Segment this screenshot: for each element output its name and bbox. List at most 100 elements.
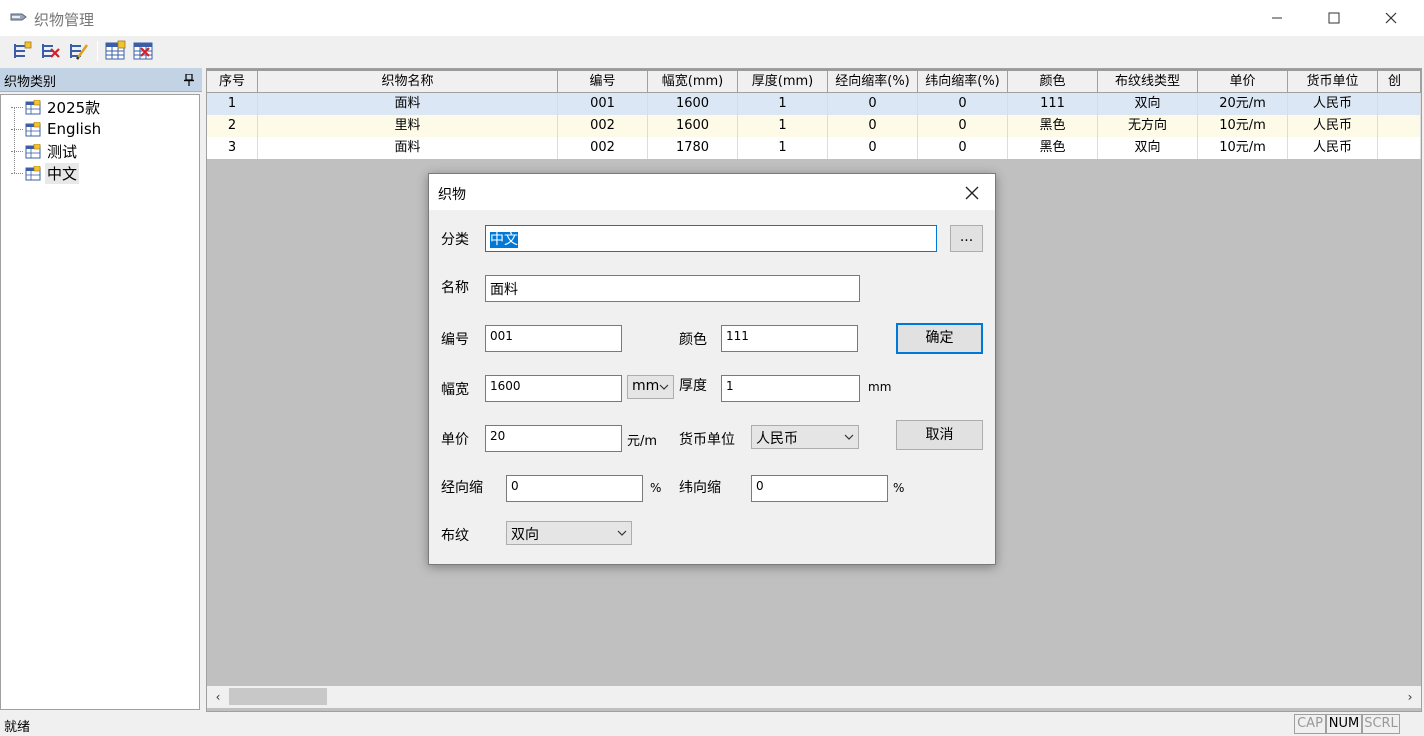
column-header[interactable]: 颜色 [1008, 71, 1098, 93]
add-item-button[interactable] [11, 40, 33, 62]
table-cell: 0 [918, 115, 1008, 137]
edit-item-button[interactable] [67, 40, 89, 62]
table-row[interactable]: 2 里料 002 1600 1 0 0 黑色 无方向 10元/m 人民币 [207, 115, 1421, 137]
pin-icon[interactable] [184, 74, 194, 86]
column-header[interactable]: 纬向缩率(%) [918, 71, 1008, 93]
warp-unit: % [650, 481, 662, 495]
table-cell: 双向 [1098, 137, 1198, 159]
table-cell: 002 [558, 115, 648, 137]
grain-value: 双向 [511, 527, 539, 543]
scroll-left-icon[interactable]: ‹ [211, 690, 225, 704]
category-icon [25, 121, 41, 136]
table-cell: 双向 [1098, 93, 1198, 115]
category-icon [25, 165, 41, 180]
close-icon [1385, 12, 1397, 24]
table-row[interactable]: 3 面料 002 1780 1 0 0 黑色 双向 10元/m 人民币 [207, 137, 1421, 159]
table-cell: 人民币 [1288, 93, 1378, 115]
horizontal-scrollbar[interactable]: ‹ › [207, 686, 1421, 708]
close-button[interactable] [1362, 0, 1420, 36]
table-cell: 1 [207, 93, 258, 115]
scroll-right-icon[interactable]: › [1403, 690, 1417, 704]
category-field[interactable]: 中文 [485, 225, 937, 252]
scroll-lock-indicator: SCRL [1362, 714, 1400, 734]
tree-item-label: 中文 [45, 162, 80, 184]
title-bar: 织物管理 [0, 0, 1424, 36]
tree-item-label: 测试 [47, 142, 78, 161]
table-cell: 111 [1008, 93, 1098, 115]
app-icon [10, 13, 27, 21]
table-cell [1378, 93, 1421, 115]
dialog-title: 织物 [438, 187, 466, 203]
currency-select[interactable]: 人民币 [751, 425, 859, 449]
column-header[interactable]: 幅宽(mm) [648, 71, 738, 93]
table-cell [1378, 115, 1421, 137]
table-cell: 1 [738, 115, 828, 137]
add-tree-icon [14, 41, 32, 58]
price-unit: 元/m [627, 434, 658, 449]
table-delete-button[interactable] [132, 40, 154, 62]
table-delete-icon [133, 42, 153, 60]
width-unit-select[interactable]: mm [627, 375, 674, 399]
table-cell: 3 [207, 137, 258, 159]
dialog-close-icon[interactable] [961, 182, 983, 204]
column-header[interactable]: 序号 [207, 71, 258, 93]
table-cell: 黑色 [1008, 137, 1098, 159]
scrollbar-thumb[interactable] [229, 688, 327, 705]
num-indicator: NUM [1326, 714, 1362, 734]
column-header[interactable]: 厚度(mm) [738, 71, 828, 93]
price-field[interactable]: 20 [485, 425, 622, 452]
column-header[interactable]: 创 [1378, 71, 1421, 93]
chevron-down-icon [659, 384, 669, 390]
thickness-unit: mm [868, 380, 892, 394]
chevron-down-icon [844, 434, 854, 440]
table-cell: 0 [828, 93, 918, 115]
column-header[interactable]: 织物名称 [258, 71, 558, 93]
column-header[interactable]: 经向缩率(%) [828, 71, 918, 93]
table-cell: 0 [828, 137, 918, 159]
name-field[interactable]: 面料 [485, 275, 860, 302]
weft-unit: % [893, 481, 905, 495]
tree-item-english[interactable]: English [11, 119, 103, 139]
column-header[interactable]: 布纹线类型 [1098, 71, 1198, 93]
category-tree[interactable]: 2025款 English 测试 中文 [0, 94, 200, 710]
table-cell: 0 [828, 115, 918, 137]
warp-label: 经向缩 [441, 480, 483, 496]
category-pane-title: 织物类别 [4, 75, 57, 90]
status-text: 就绪 [4, 720, 31, 735]
table-cell: 0 [918, 93, 1008, 115]
tree-item-2025[interactable]: 2025款 [11, 97, 102, 117]
column-header[interactable]: 编号 [558, 71, 648, 93]
name-label: 名称 [441, 280, 469, 296]
cancel-button[interactable]: 取消 [896, 420, 983, 450]
column-header[interactable]: 货币单位 [1288, 71, 1378, 93]
browse-category-button[interactable]: ... [950, 225, 983, 252]
edit-tree-icon [70, 44, 89, 60]
grain-select[interactable]: 双向 [506, 521, 632, 545]
width-label: 幅宽 [441, 382, 469, 398]
delete-item-button[interactable] [39, 40, 61, 62]
weft-field[interactable]: 0 [751, 475, 888, 502]
caps-indicator: CAP [1294, 714, 1326, 734]
color-label: 颜色 [679, 332, 707, 348]
table-add-button[interactable] [104, 40, 126, 62]
code-label: 编号 [441, 332, 469, 348]
thickness-field[interactable]: 1 [721, 375, 860, 402]
maximize-button[interactable] [1305, 0, 1363, 36]
table-row[interactable]: 1 面料 001 1600 1 0 0 111 双向 20元/m 人民币 [207, 93, 1421, 115]
color-field[interactable]: 111 [721, 325, 858, 352]
table-cell: 1 [738, 137, 828, 159]
table-cell: 无方向 [1098, 115, 1198, 137]
thickness-label: 厚度 [679, 378, 707, 394]
ok-button[interactable]: 确定 [896, 323, 983, 354]
minimize-button[interactable] [1248, 0, 1306, 36]
tree-item-test[interactable]: 测试 [11, 141, 79, 161]
status-bar: 就绪 CAP NUM SCRL [0, 712, 1424, 736]
table-add-icon [105, 40, 126, 60]
warp-field[interactable]: 0 [506, 475, 643, 502]
table-cell [1378, 137, 1421, 159]
table-cell: 20元/m [1198, 93, 1288, 115]
tree-item-chinese[interactable]: 中文 [11, 162, 80, 184]
code-field[interactable]: 001 [485, 325, 622, 352]
width-field[interactable]: 1600 [485, 375, 622, 402]
column-header[interactable]: 单价 [1198, 71, 1288, 93]
